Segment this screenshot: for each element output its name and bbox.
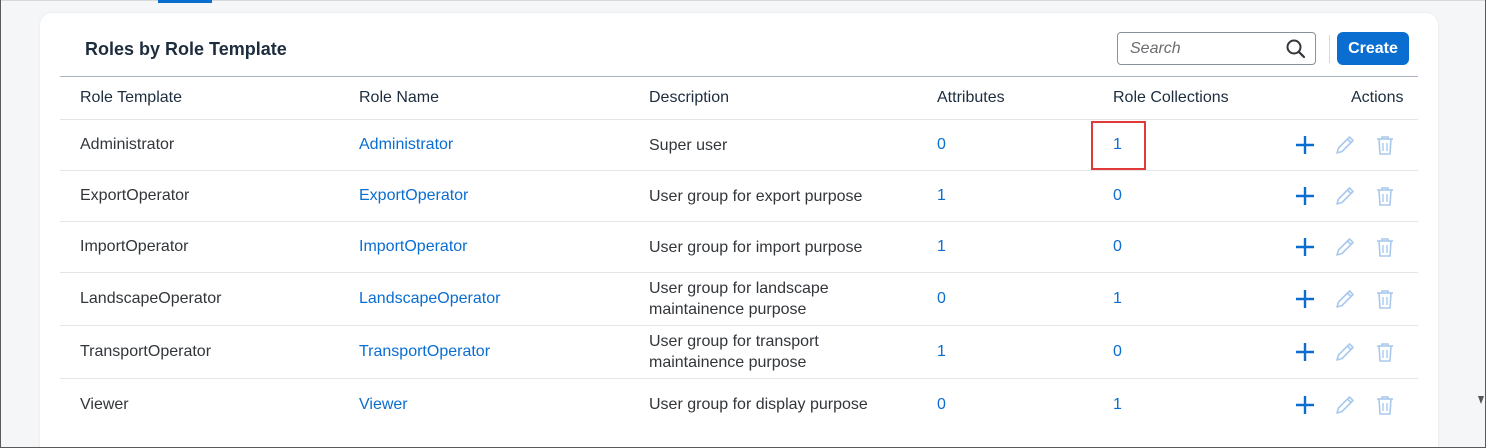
column-header-description: Description xyxy=(649,89,730,106)
role-name-link[interactable]: LandscapeOperator xyxy=(359,273,500,325)
description-cell: User group for import purpose xyxy=(649,238,863,256)
role-template-cell: ExportOperator xyxy=(80,187,190,204)
add-icon[interactable] xyxy=(1292,132,1318,158)
role-template-cell: Administrator xyxy=(80,136,175,153)
row-actions xyxy=(1292,273,1398,325)
column-header-role-collections: Role Collections xyxy=(1113,89,1229,106)
attributes-link[interactable]: 1 xyxy=(937,326,946,378)
pencil-icon[interactable] xyxy=(1332,286,1358,312)
table-header: Role Template Role Name Description Attr… xyxy=(60,77,1418,119)
table-row: TransportOperator TransportOperator User… xyxy=(60,325,1418,378)
attributes-link[interactable]: 0 xyxy=(937,120,946,170)
table-row: ExportOperator ExportOperator User group… xyxy=(60,170,1418,221)
role-name-link[interactable]: ImportOperator xyxy=(359,222,467,272)
role-name-link[interactable]: Viewer xyxy=(359,379,408,430)
row-actions xyxy=(1292,326,1398,378)
search-icon[interactable] xyxy=(1285,38,1307,60)
table-row: Administrator Administrator Super user 0… xyxy=(60,119,1418,170)
add-icon[interactable] xyxy=(1292,286,1318,312)
add-icon[interactable] xyxy=(1292,234,1318,260)
pencil-icon[interactable] xyxy=(1332,132,1358,158)
role-template-cell: TransportOperator xyxy=(80,343,212,360)
pencil-icon[interactable] xyxy=(1332,392,1358,418)
scroll-down-icon[interactable] xyxy=(1478,396,1484,404)
search-input[interactable]: Search xyxy=(1130,40,1285,58)
table-row: Viewer Viewer User group for display pur… xyxy=(60,378,1418,430)
role-collections-link[interactable]: 1 xyxy=(1113,379,1122,430)
roles-card: Roles by Role Template Search Create Rol… xyxy=(40,13,1438,448)
highlight-box xyxy=(1091,121,1146,170)
toolbar-separator xyxy=(1329,35,1330,63)
trash-icon[interactable] xyxy=(1372,339,1398,365)
create-button[interactable]: Create xyxy=(1337,32,1409,65)
description-cell: User group for landscape maintainence pu… xyxy=(649,280,829,318)
card-title: Roles by Role Template xyxy=(85,39,287,59)
search-field[interactable]: Search xyxy=(1117,32,1316,65)
table-row: LandscapeOperator LandscapeOperator User… xyxy=(60,272,1418,325)
attributes-link[interactable]: 1 xyxy=(937,171,946,221)
column-header-attributes: Attributes xyxy=(937,89,1005,106)
add-icon[interactable] xyxy=(1292,392,1318,418)
role-template-cell: LandscapeOperator xyxy=(80,290,222,307)
attributes-link[interactable]: 0 xyxy=(937,273,946,325)
row-actions xyxy=(1292,379,1398,430)
description-cell: User group for transport maintainence pu… xyxy=(649,333,819,371)
role-collections-link[interactable]: 0 xyxy=(1113,326,1122,378)
row-actions xyxy=(1292,120,1398,170)
role-template-cell: ImportOperator xyxy=(80,238,189,255)
role-name-link[interactable]: ExportOperator xyxy=(359,171,468,221)
row-actions xyxy=(1292,222,1398,272)
role-name-link[interactable]: Administrator xyxy=(359,120,453,170)
attributes-link[interactable]: 1 xyxy=(937,222,946,272)
description-cell: Super user xyxy=(649,136,728,154)
trash-icon[interactable] xyxy=(1372,132,1398,158)
trash-icon[interactable] xyxy=(1372,183,1398,209)
role-collections-link[interactable]: 0 xyxy=(1113,171,1122,221)
trash-icon[interactable] xyxy=(1372,234,1398,260)
pencil-icon[interactable] xyxy=(1332,183,1358,209)
trash-icon[interactable] xyxy=(1372,392,1398,418)
table-body: Administrator Administrator Super user 0… xyxy=(60,119,1418,430)
add-icon[interactable] xyxy=(1292,339,1318,365)
active-tab-indicator xyxy=(158,0,212,3)
role-name-link[interactable]: TransportOperator xyxy=(359,326,490,378)
column-header-role-name: Role Name xyxy=(359,89,440,106)
pencil-icon[interactable] xyxy=(1332,234,1358,260)
column-header-role-template: Role Template xyxy=(80,89,182,106)
role-template-cell: Viewer xyxy=(80,395,129,413)
attributes-link[interactable]: 0 xyxy=(937,379,946,430)
description-cell: User group for export purpose xyxy=(649,187,863,205)
role-collections-link[interactable]: 1 xyxy=(1113,273,1122,325)
add-icon[interactable] xyxy=(1292,183,1318,209)
trash-icon[interactable] xyxy=(1372,286,1398,312)
table-row: ImportOperator ImportOperator User group… xyxy=(60,221,1418,272)
column-header-actions: Actions xyxy=(1351,89,1404,106)
role-collections-link[interactable]: 0 xyxy=(1113,222,1122,272)
description-cell: User group for display purpose xyxy=(649,396,868,413)
pencil-icon[interactable] xyxy=(1332,339,1358,365)
row-actions xyxy=(1292,171,1398,221)
top-border xyxy=(0,0,1486,1)
